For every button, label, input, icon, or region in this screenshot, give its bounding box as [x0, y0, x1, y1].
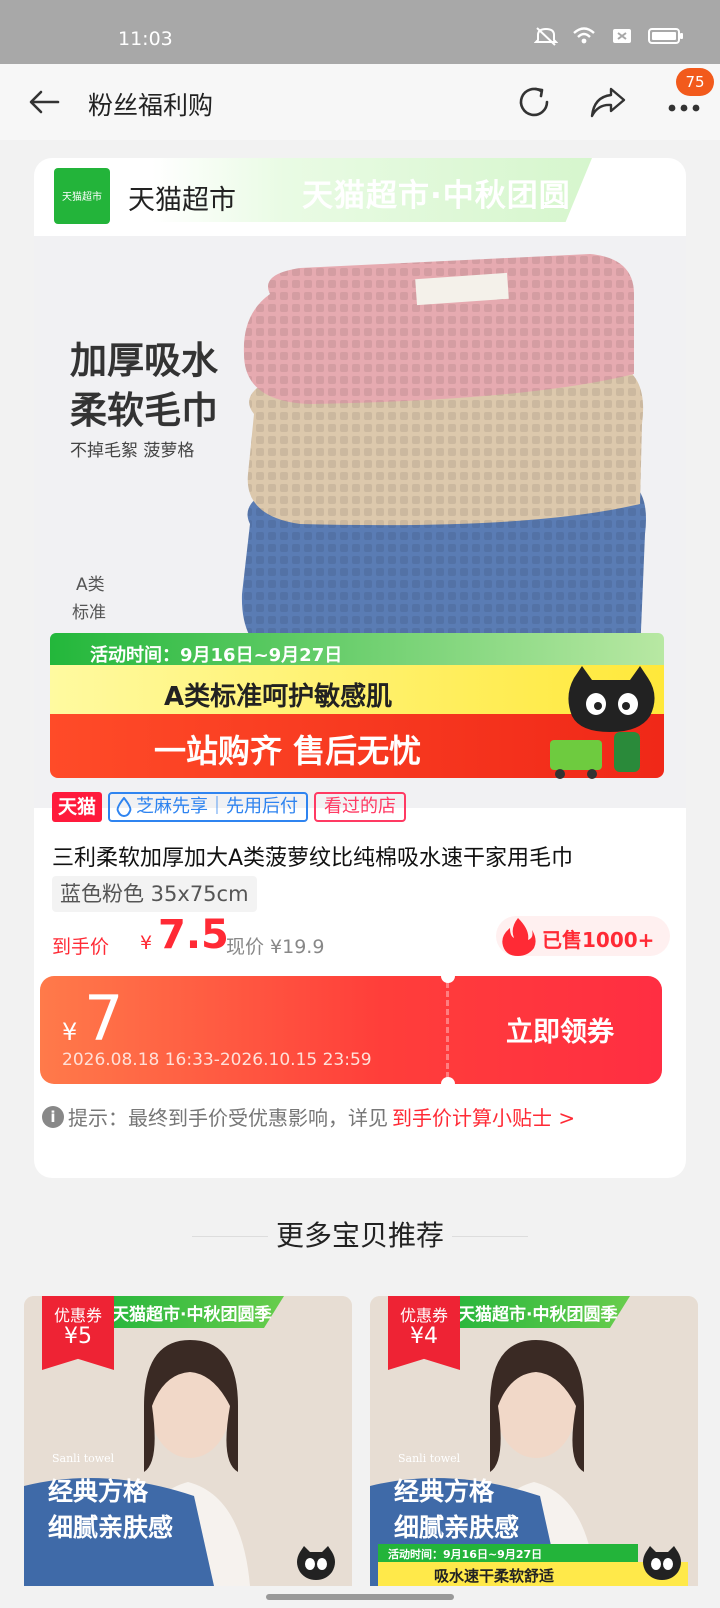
rec-coupon-value: ¥4	[410, 1324, 438, 1349]
coupon-amount: 7	[84, 982, 124, 1055]
rec-slogan-2: 细腻亲肤感	[48, 1513, 174, 1542]
hero-slogan-sub: 不掉毛絮 菠萝格	[70, 441, 195, 461]
sold-count-text: 已售1000+	[542, 928, 655, 952]
final-price-label: 到手价	[52, 936, 110, 958]
shop-logo: 天猫超市	[54, 168, 110, 224]
rec-coupon-label: 优惠券	[53, 1306, 102, 1325]
info-icon: i	[42, 1105, 64, 1128]
rec-yellow-text: 吸水速干柔软舒适	[434, 1567, 555, 1585]
page-title: 粉丝福利购	[88, 91, 214, 120]
rec-campaign-text: 天猫超市·中秋团圆季	[458, 1305, 618, 1325]
final-price-currency: ¥	[140, 932, 153, 954]
rec-activity-bar: 活动时间：9月16日~9月27日	[378, 1544, 638, 1562]
rec-slogan-1: 经典方格	[48, 1477, 149, 1506]
towel-stack-image	[241, 254, 646, 667]
seen-shop-tag: 看过的店	[314, 792, 407, 822]
coupon-divider	[446, 982, 449, 1078]
product-tags: 天猫 芝麻先享｜先用后付 看过的店	[52, 792, 407, 822]
rec-brand-text: Sanli towel	[398, 1452, 461, 1465]
shop-name: 天猫超市	[128, 185, 236, 216]
tmall-cat-icon	[643, 1546, 681, 1580]
share-icon[interactable]	[588, 82, 628, 122]
activity-time-text: 活动时间：9月16日~9月27日	[90, 645, 343, 666]
current-price: 现价 ¥19.9	[226, 936, 325, 958]
rec-coupon-value: ¥5	[64, 1324, 92, 1349]
notification-badge: 75	[676, 68, 714, 96]
grade-label-2: 标准	[72, 603, 106, 623]
rec-brand-text: Sanli towel	[52, 1452, 115, 1465]
credit-tag-label: 芝麻先享｜先用后付	[136, 796, 299, 817]
coupon-card[interactable]: ¥ 7 2026.08.18 16:33-2026.10.15 23:59 立即…	[40, 976, 662, 1084]
divider-line-right	[452, 1236, 528, 1237]
status-bar: 11:03	[0, 0, 720, 64]
recommendation-card[interactable]: 天猫超市·中秋团圆季 优惠券 ¥5 Sanli towel 经典方格 细腻亲肤感	[24, 1296, 352, 1586]
coupon-notch-bottom	[441, 1077, 455, 1084]
nav-bar: 粉丝福利购	[0, 64, 720, 140]
back-arrow-icon[interactable]	[26, 84, 62, 120]
rec-slogan-1: 经典方格	[394, 1477, 495, 1506]
final-price-value: 7.5	[158, 912, 229, 958]
water-drop-icon	[116, 797, 132, 817]
status-icons	[534, 26, 684, 46]
promo-yellow-text: A类标准呵护敏感肌	[164, 682, 393, 712]
product-image[interactable]: 天猫超市·中秋团圆季 天猫超市 天猫超市 加厚吸水 柔软毛巾 不掉毛絮 菠萝格 …	[34, 158, 686, 808]
price-tip-text: 提示：最终到手价受优惠影响，详见	[68, 1106, 388, 1130]
mute-icon	[534, 27, 558, 46]
home-indicator[interactable]	[266, 1594, 454, 1600]
sim-icon	[613, 29, 631, 43]
wifi-icon	[573, 27, 595, 44]
product-variant[interactable]: 蓝色粉色 35x75cm	[52, 876, 257, 912]
rec-slogan-2: 细腻亲肤感	[394, 1513, 520, 1542]
battery-icon	[648, 28, 683, 44]
shop-header: 天猫超市·中秋团圆季 天猫超市 天猫超市	[34, 158, 686, 236]
shop-logo-text: 天猫超市	[62, 192, 102, 203]
price-tip: i 提示：最终到手价受优惠影响，详见 到手价计算小贴士 >	[42, 1102, 575, 1131]
product-card[interactable]: 天猫超市·中秋团圆季 天猫超市 天猫超市 加厚吸水 柔软毛巾 不掉毛絮 菠萝格 …	[34, 158, 686, 1178]
coupon-validity: 2026.08.18 16:33-2026.10.15 23:59	[62, 1050, 372, 1070]
status-time: 11:03	[118, 28, 173, 50]
coupon-notch-top	[441, 976, 455, 983]
more-recommendations-title: 更多宝贝推荐	[275, 1219, 444, 1252]
promo-red-text: 一站购齐 售后无忧	[154, 732, 422, 770]
credit-tag: 芝麻先享｜先用后付	[108, 792, 309, 822]
claim-coupon-button[interactable]: 立即领券	[506, 1010, 614, 1049]
price-row: 到手价 ¥ 7.5 现价 ¥19.9 已售1000+	[52, 912, 672, 964]
tmall-tag: 天猫	[52, 792, 103, 822]
price-tip-link[interactable]: 到手价计算小贴士 >	[392, 1102, 575, 1131]
recommendation-card[interactable]: 天猫超市·中秋团圆季 优惠券 ¥4 Sanli towel 经典方格 细腻亲肤感…	[370, 1296, 698, 1586]
rec-campaign-text: 天猫超市·中秋团圆季	[112, 1305, 272, 1325]
fire-icon	[502, 918, 536, 956]
sold-count-badge: 已售1000+	[496, 916, 670, 956]
hero-slogan-2: 柔软毛巾	[70, 389, 218, 432]
campaign-banner-text: 天猫超市·中秋团圆季	[302, 178, 571, 259]
product-title[interactable]: 三利柔软加厚加大A类菠萝纹比纯棉吸水速干家用毛巾	[52, 840, 672, 872]
rec-activity-text: 活动时间：9月16日~9月27日	[388, 1548, 543, 1561]
grade-label-1: A类	[76, 575, 105, 595]
refresh-icon[interactable]	[514, 82, 554, 122]
coupon-currency: ¥	[62, 1018, 78, 1046]
hero-slogan-1: 加厚吸水	[70, 339, 218, 382]
tmall-cat-icon	[297, 1546, 335, 1580]
rec-coupon-label: 优惠券	[399, 1306, 448, 1325]
tmall-cat-mascot-icon	[550, 666, 655, 779]
